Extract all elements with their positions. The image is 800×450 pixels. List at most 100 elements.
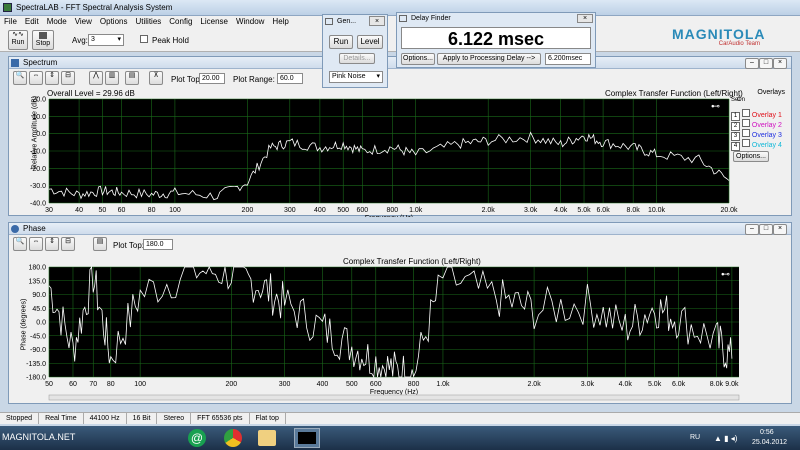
x-tick-label: 80 bbox=[107, 381, 115, 388]
menu-item-license[interactable]: License bbox=[196, 16, 232, 28]
status-bar: Stopped Real Time 44100 Hz 16 Bit Stereo FFT … bbox=[0, 412, 800, 424]
apply-delay-button[interactable]: Apply to Processing Delay --> bbox=[437, 53, 541, 65]
folder-icon[interactable] bbox=[258, 430, 276, 446]
spectralab-taskbar-button[interactable] bbox=[294, 428, 320, 448]
brand-logo: MAGNITOLA CarAudio Team bbox=[672, 26, 782, 48]
overlay-label: Overlay 3 bbox=[751, 132, 782, 139]
x-tick-label: 9.0k bbox=[725, 381, 739, 388]
cursor-icon[interactable]: ⊷ bbox=[711, 102, 720, 112]
x-tick-label: 800 bbox=[408, 381, 420, 388]
overlay-checkbox[interactable] bbox=[741, 129, 750, 137]
language-indicator[interactable]: RU bbox=[690, 434, 700, 441]
y-tick-label: 0.0 bbox=[36, 320, 46, 327]
overlay-row[interactable]: 3 Overlay 3 bbox=[731, 129, 791, 141]
overlay-label: Overlay 4 bbox=[751, 142, 782, 149]
clock-time[interactable]: 0:56 bbox=[760, 429, 774, 436]
tray-icons[interactable]: ▲ ▮ ◂) bbox=[714, 434, 737, 443]
noise-type-value: Pink Noise bbox=[332, 73, 366, 80]
overlay-checkbox[interactable] bbox=[741, 109, 750, 117]
menu-item-file[interactable]: File bbox=[0, 16, 21, 28]
generator-title: Gen... bbox=[337, 18, 357, 25]
y-tick-label: 20.0 bbox=[32, 97, 46, 104]
x-tick-label: 300 bbox=[284, 207, 296, 214]
x-tick-label: 400 bbox=[317, 381, 329, 388]
brand-logo-subtext: CarAudio Team bbox=[718, 41, 760, 47]
x-tick-label: 40 bbox=[75, 207, 83, 214]
x-tick-label: 50 bbox=[45, 381, 53, 388]
generator-run-button[interactable]: Run bbox=[329, 35, 353, 49]
spectrum-window: Spectrum – □ × 🔍 ⇔ ⇕ ⊟ ⋀ ▥ ▤ ⊼ Plot Top:… bbox=[8, 56, 792, 218]
x-tick-label: 2.0k bbox=[482, 207, 496, 214]
menu-item-utilities[interactable]: Utilities bbox=[131, 16, 165, 28]
processing-delay-value: 6.200msec bbox=[545, 53, 591, 65]
x-tick-label: 8.0k bbox=[710, 381, 724, 388]
run-button[interactable]: ∿∿ Run bbox=[8, 30, 28, 50]
cursor-icon[interactable]: ⊷ bbox=[721, 270, 730, 280]
chevron-down-icon: ▾ bbox=[376, 73, 380, 80]
overlay-row[interactable]: 2 Overlay 2 bbox=[731, 119, 791, 131]
close-icon[interactable]: × bbox=[577, 14, 593, 23]
status-field: Flat top bbox=[250, 413, 286, 424]
overlay-set-button[interactable]: 4 bbox=[731, 142, 740, 151]
x-tick-label: 200 bbox=[225, 381, 237, 388]
x-tick-label: 5.0k bbox=[577, 207, 591, 214]
y-tick-label: 0.0 bbox=[36, 131, 46, 138]
x-tick-label: 60 bbox=[69, 381, 77, 388]
x-tick-label: 4.0k bbox=[619, 381, 633, 388]
x-tick-label: 600 bbox=[356, 207, 368, 214]
x-tick-label: 2.0k bbox=[527, 381, 541, 388]
generator-details-button[interactable]: Details... bbox=[339, 53, 375, 64]
run-wave-icon: ∿∿ bbox=[12, 31, 24, 38]
clock-date[interactable]: 25.04.2012 bbox=[752, 439, 787, 446]
status-field: FFT 65536 pts bbox=[191, 413, 250, 424]
overlay-checkbox[interactable] bbox=[741, 119, 750, 127]
chevron-down-icon: ▾ bbox=[117, 36, 121, 43]
avg-select[interactable]: 3 ▾ bbox=[88, 34, 124, 46]
generator-window: Gen... × Run Level Details... Pink Noise… bbox=[322, 14, 388, 88]
horizontal-scrollbar[interactable] bbox=[48, 394, 740, 401]
y-tick-label: -40.0 bbox=[30, 201, 46, 208]
x-tick-label: 3.0k bbox=[524, 207, 538, 214]
menu-item-edit[interactable]: Edit bbox=[21, 16, 43, 28]
x-tick-label: 800 bbox=[387, 207, 399, 214]
close-icon[interactable]: × bbox=[369, 16, 385, 26]
taskbar: MAGNITOLA.NET @ RU ▲ ▮ ◂) 0:56 25.04.201… bbox=[0, 426, 800, 450]
delay-finder-window: Delay Finder × 6.122 msec Options... App… bbox=[396, 12, 596, 68]
delay-finder-titlebar: Delay Finder × bbox=[397, 13, 595, 25]
menu-item-options[interactable]: Options bbox=[96, 16, 132, 28]
x-tick-label: 30 bbox=[45, 207, 53, 214]
spectrum-chart: 20.0 10.0 0.0 -10.0 -20.0 -30.0 -40.030 40 50 60 8… bbox=[30, 97, 738, 218]
stop-icon bbox=[39, 32, 47, 39]
overlays-panel: Overlays Set On 1 Overlay 12 Overlay 23 … bbox=[731, 89, 791, 185]
chrome-icon[interactable] bbox=[224, 429, 242, 447]
overlays-on-label: On bbox=[737, 97, 746, 103]
email-app-icon[interactable]: @ bbox=[188, 429, 206, 447]
overlay-row[interactable]: 4 Overlay 4 bbox=[731, 139, 791, 151]
y-tick-label: -45.0 bbox=[30, 333, 46, 340]
noise-type-select[interactable]: Pink Noise ▾ bbox=[329, 71, 383, 83]
x-tick-label: 70 bbox=[89, 381, 97, 388]
overlay-label: Overlay 1 bbox=[751, 112, 782, 119]
menu-item-mode[interactable]: Mode bbox=[43, 16, 71, 28]
app-icon bbox=[3, 3, 12, 12]
y-tick-label: 180.0 bbox=[28, 265, 46, 272]
generator-level-button[interactable]: Level bbox=[357, 35, 383, 49]
y-tick-label: -180.0 bbox=[26, 375, 46, 382]
generator-icon bbox=[325, 18, 333, 25]
menu-item-window[interactable]: Window bbox=[232, 16, 268, 28]
x-tick-label: 200 bbox=[242, 207, 254, 214]
x-tick-label: 1.0k bbox=[409, 207, 423, 214]
stop-button[interactable]: Stop bbox=[32, 30, 54, 50]
menu-item-view[interactable]: View bbox=[71, 16, 96, 28]
peak-hold-checkbox[interactable] bbox=[140, 35, 148, 43]
brand-logo-text: MAGNITOLA bbox=[672, 26, 766, 42]
menu-item-config[interactable]: Config bbox=[165, 16, 196, 28]
overlay-row[interactable]: 1 Overlay 1 bbox=[731, 109, 791, 121]
delay-options-button[interactable]: Options... bbox=[401, 53, 435, 65]
x-tick-label: 1.0k bbox=[436, 381, 450, 388]
x-tick-label: 6.0k bbox=[596, 207, 610, 214]
phase-window: Phase – □ × 🔍 ⇔ ⇕ ⊟ ▤ Plot Top: 180.0 Co… bbox=[8, 222, 792, 404]
overlay-checkbox[interactable] bbox=[741, 139, 750, 147]
menu-item-help[interactable]: Help bbox=[268, 16, 292, 28]
overlays-options-button[interactable]: Options... bbox=[733, 151, 769, 162]
